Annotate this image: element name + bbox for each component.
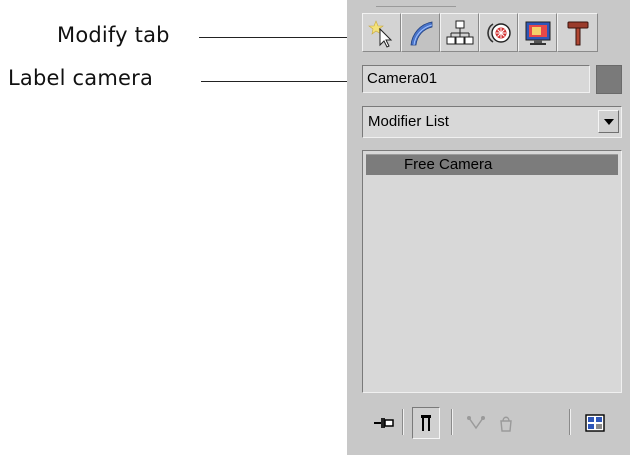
toolbar-separator <box>451 409 453 435</box>
object-color-swatch[interactable] <box>596 65 622 94</box>
stack-item-label: Free Camera <box>404 156 493 173</box>
create-star-cursor-icon <box>367 19 392 48</box>
make-unique-button[interactable] <box>462 407 490 439</box>
toolbar-separator <box>569 409 571 435</box>
modifier-list-value: Modifier List <box>368 113 449 130</box>
make-unique-icon <box>467 416 485 430</box>
show-end-result-icon <box>421 415 431 431</box>
panel-top-edge <box>376 0 456 7</box>
show-end-result-button[interactable] <box>412 407 440 439</box>
pin-icon <box>374 418 394 428</box>
configure-sets-icon <box>585 414 605 432</box>
modify-bend-icon <box>410 21 432 45</box>
toolbar-separator <box>402 409 404 435</box>
hierarchy-icon <box>446 20 473 44</box>
stack-item-free-camera[interactable]: Free Camera <box>366 154 618 175</box>
remove-modifier-icon <box>500 416 512 432</box>
display-monitor-icon <box>525 21 550 45</box>
callout-label-camera-leader <box>201 81 359 82</box>
callout-label-camera: Label camera <box>8 66 154 90</box>
tab-motion[interactable] <box>479 13 518 52</box>
callout-modify-tab: Modify tab <box>57 23 170 47</box>
tab-create[interactable] <box>362 13 401 52</box>
object-name-field[interactable]: Camera01 <box>362 65 590 93</box>
remove-modifier-button[interactable] <box>492 407 520 439</box>
modifier-stack[interactable]: Free Camera <box>362 150 622 393</box>
configure-modifier-sets-button[interactable] <box>581 407 609 439</box>
pin-stack-button[interactable] <box>370 407 398 439</box>
tab-display[interactable] <box>518 13 557 52</box>
tab-hierarchy[interactable] <box>440 13 479 52</box>
chevron-down-icon <box>603 118 614 125</box>
utilities-hammer-icon <box>567 21 588 45</box>
tab-modify[interactable] <box>401 13 440 52</box>
motion-icon <box>486 22 511 43</box>
modifier-list-dropdown[interactable]: Modifier List <box>362 106 622 138</box>
dropdown-arrow-button[interactable] <box>598 110 619 133</box>
tab-utilities[interactable] <box>557 13 598 52</box>
